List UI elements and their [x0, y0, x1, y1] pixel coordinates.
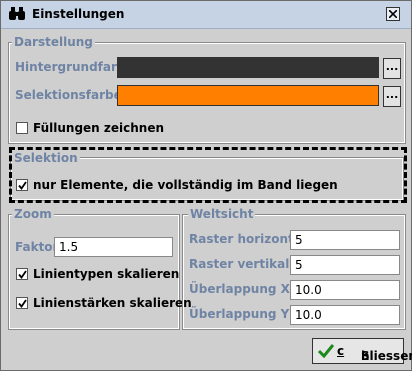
selektion-legend: Selektion — [12, 151, 80, 165]
linetypes-checkbox[interactable] — [16, 268, 28, 280]
band-selection-label: nur Elemente, die vollständig im Band li… — [33, 178, 338, 192]
overlap-y-input[interactable] — [290, 305, 400, 325]
raster-vertical-input[interactable] — [290, 255, 400, 275]
checkmark-icon — [318, 344, 334, 358]
linewidths-label: Linienstärken skalieren — [33, 296, 192, 310]
close-icon — [389, 10, 397, 18]
linetypes-label: Linientypen skalieren — [33, 267, 180, 281]
background-color-label: Hintergrundfarbe — [15, 60, 134, 74]
overlap-x-label: Überlappung X — [189, 282, 290, 296]
fill-checkbox[interactable] — [16, 122, 28, 134]
selection-color-swatch[interactable] — [117, 85, 379, 106]
raster-vertical-label: Raster vertikal — [189, 257, 290, 271]
raster-horizontal-label: Raster horizontal — [189, 232, 306, 246]
close-dialog-label: Sc hliessen — [337, 344, 412, 363]
overlap-y-label: Überlappung Y — [189, 307, 290, 321]
background-color-swatch[interactable] — [117, 57, 379, 78]
window-title: Einstellungen — [32, 7, 125, 21]
zoom-legend: Zoom — [12, 207, 54, 221]
background-color-picker-button[interactable]: ... — [383, 58, 401, 79]
faktor-input[interactable] — [54, 237, 173, 257]
band-selection-checkbox[interactable] — [16, 179, 28, 191]
checkmark-icon — [18, 270, 27, 279]
weltsicht-legend: Weltsicht — [188, 207, 256, 221]
darstellung-legend: Darstellung — [12, 35, 95, 49]
overlap-x-input[interactable] — [290, 280, 400, 300]
linewidths-checkbox[interactable] — [16, 297, 28, 309]
close-dialog-button[interactable]: Sc hliessen — [312, 338, 412, 364]
checkmark-icon — [18, 299, 27, 308]
title-bar[interactable]: Einstellungen — [1, 1, 411, 29]
raster-horizontal-input[interactable] — [290, 230, 400, 250]
faktor-label: Faktor — [15, 240, 59, 254]
selection-color-label: Selektionsfarbe — [15, 88, 122, 102]
fill-checkbox-label: Füllungen zeichnen — [33, 121, 165, 135]
checkmark-icon — [18, 181, 27, 190]
binoculars-icon — [9, 7, 25, 21]
settings-dialog: Einstellungen Darstellung Hintergrundfar… — [0, 0, 412, 371]
selection-color-picker-button[interactable]: ... — [383, 86, 401, 107]
close-window-button[interactable] — [386, 7, 400, 21]
